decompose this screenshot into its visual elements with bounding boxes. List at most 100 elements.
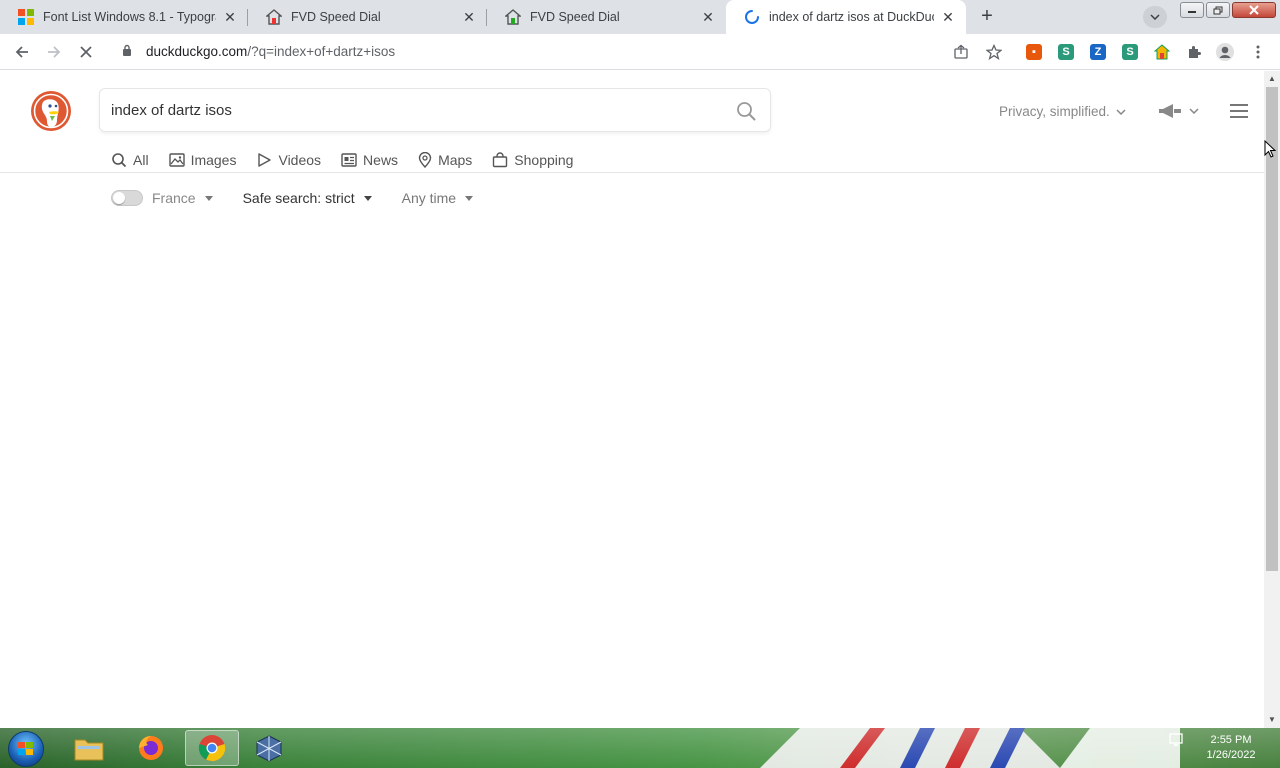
stop-loading-button[interactable]	[75, 41, 97, 63]
news-icon	[341, 153, 357, 167]
privacy-dropdown[interactable]: Privacy, simplified.	[999, 104, 1126, 119]
close-icon	[80, 46, 92, 58]
network-icon[interactable]	[1168, 732, 1186, 748]
extension-home-icon[interactable]	[1154, 44, 1170, 60]
megaphone-icon	[1159, 104, 1181, 118]
page-viewport: Privacy, simplified. All Images Videos N…	[0, 71, 1264, 728]
taskbar-file-explorer[interactable]	[62, 730, 116, 766]
tab-label: News	[363, 152, 399, 168]
virtualbox-icon	[256, 735, 282, 762]
feedback-dropdown[interactable]	[1157, 103, 1199, 119]
safe-search-label: Safe search: strict	[242, 190, 355, 206]
tab-speed-dial-2[interactable]: FVD Speed Dial ✕	[487, 0, 726, 34]
loading-spinner-icon	[744, 9, 760, 25]
tab-title: index of dartz isos at DuckDuckGo	[769, 10, 934, 24]
back-button[interactable]	[11, 41, 33, 63]
more-menu-icon[interactable]	[1249, 43, 1267, 61]
close-tab-icon[interactable]: ✕	[700, 9, 716, 25]
caret-down-icon	[465, 195, 474, 201]
tab-title: FVD Speed Dial	[530, 10, 620, 24]
time-label: Any time	[401, 190, 457, 206]
lock-icon[interactable]	[122, 43, 134, 61]
caret-down-icon	[363, 195, 372, 201]
vertical-scrollbar[interactable]: ▲ ▼	[1264, 71, 1280, 728]
new-tab-button[interactable]: +	[976, 6, 998, 28]
window-controls	[1180, 2, 1276, 18]
hamburger-menu-icon[interactable]	[1230, 104, 1248, 123]
close-window-button[interactable]	[1232, 2, 1276, 18]
safe-search-dropdown[interactable]: Safe search: strict	[243, 190, 372, 206]
close-tab-icon[interactable]: ✕	[940, 9, 956, 25]
address-bar[interactable]: duckduckgo.com/?q=index+of+dartz+isos	[110, 37, 1010, 66]
tab-all[interactable]: All	[111, 145, 149, 175]
close-tab-icon[interactable]: ✕	[222, 9, 238, 25]
tab-label: Videos	[278, 152, 322, 168]
windows-taskbar: 2:55 PM 1/26/2022	[0, 728, 1280, 768]
privacy-label: Privacy, simplified.	[999, 104, 1110, 119]
tab-label: Images	[190, 152, 237, 168]
speed-dial-icon	[266, 9, 282, 25]
minimize-button[interactable]	[1180, 2, 1204, 18]
url-text: duckduckgo.com/?q=index+of+dartz+isos	[146, 44, 395, 59]
taskbar-chrome[interactable]	[185, 730, 239, 766]
search-box	[99, 88, 771, 132]
tab-shopping[interactable]: Shopping	[492, 145, 573, 175]
tab-search-button[interactable]	[1143, 6, 1167, 28]
duckduckgo-logo[interactable]	[30, 90, 72, 132]
arrow-right-icon	[48, 46, 61, 58]
region-toggle[interactable]	[111, 190, 143, 206]
folder-icon	[74, 739, 104, 761]
microsoft-icon	[18, 9, 34, 25]
tab-maps[interactable]: Maps	[418, 145, 472, 175]
tab-images[interactable]: Images	[168, 145, 237, 175]
forward-button[interactable]	[43, 41, 65, 63]
tab-title: FVD Speed Dial	[291, 10, 381, 24]
tab-videos[interactable]: Videos	[256, 145, 321, 175]
scroll-down-icon[interactable]: ▼	[1264, 712, 1280, 728]
tab-label: Shopping	[514, 152, 574, 168]
chrome-icon	[198, 735, 226, 762]
extensions-puzzle-icon[interactable]	[1185, 43, 1203, 61]
search-icon	[112, 153, 127, 168]
map-pin-icon	[418, 152, 432, 168]
tab-font-list[interactable]: Font List Windows 8.1 - Typography ✕	[0, 0, 248, 34]
chevron-down-icon	[1150, 14, 1160, 20]
system-tray	[1168, 732, 1186, 748]
clock-date: 1/26/2022	[1206, 749, 1256, 761]
taskbar-virtualbox[interactable]	[242, 730, 296, 766]
tab-duckduckgo[interactable]: index of dartz isos at DuckDuckGo ✕	[726, 0, 966, 34]
search-icon[interactable]	[736, 101, 756, 126]
extension-z-blue-icon[interactable]: Z	[1090, 44, 1106, 60]
tab-strip: Font List Windows 8.1 - Typography ✕ FVD…	[0, 0, 1280, 34]
shopping-bag-icon	[493, 152, 508, 168]
start-button[interactable]	[8, 731, 44, 767]
taskbar-firefox[interactable]	[124, 730, 178, 766]
profile-avatar-icon[interactable]	[1216, 43, 1234, 61]
extension-s-green-icon[interactable]: S	[1058, 44, 1074, 60]
speed-dial-icon	[505, 9, 521, 25]
mouse-cursor-icon	[1264, 139, 1277, 163]
chevron-down-icon	[1189, 108, 1199, 114]
taskbar-clock[interactable]: 2:55 PM 1/26/2022	[1196, 733, 1266, 763]
search-input[interactable]	[111, 101, 711, 119]
caret-down-icon	[204, 195, 213, 201]
chevron-down-icon	[1116, 108, 1126, 115]
restore-button[interactable]	[1206, 2, 1230, 18]
windows-logo-icon	[18, 742, 33, 755]
tab-news[interactable]: News	[341, 145, 398, 175]
close-tab-icon[interactable]: ✕	[461, 9, 477, 25]
time-dropdown[interactable]: Any time	[401, 190, 474, 206]
tab-title: Font List Windows 8.1 - Typography	[43, 10, 216, 24]
region-dropdown[interactable]: France	[152, 190, 213, 206]
tab-speed-dial-1[interactable]: FVD Speed Dial ✕	[248, 0, 487, 34]
header-divider	[0, 172, 1264, 173]
share-icon[interactable]	[952, 43, 970, 61]
scroll-up-icon[interactable]: ▲	[1264, 71, 1280, 87]
clock-time: 2:55 PM	[1210, 734, 1252, 746]
extension-orange-icon[interactable]: ▪	[1026, 44, 1042, 60]
bookmark-star-icon[interactable]	[985, 43, 1003, 61]
search-verticals-nav: All Images Videos News Maps Shopping	[111, 145, 593, 175]
extension-s-teal-icon[interactable]: S	[1122, 44, 1138, 60]
tab-label: All	[133, 152, 149, 168]
firefox-icon	[139, 736, 163, 760]
